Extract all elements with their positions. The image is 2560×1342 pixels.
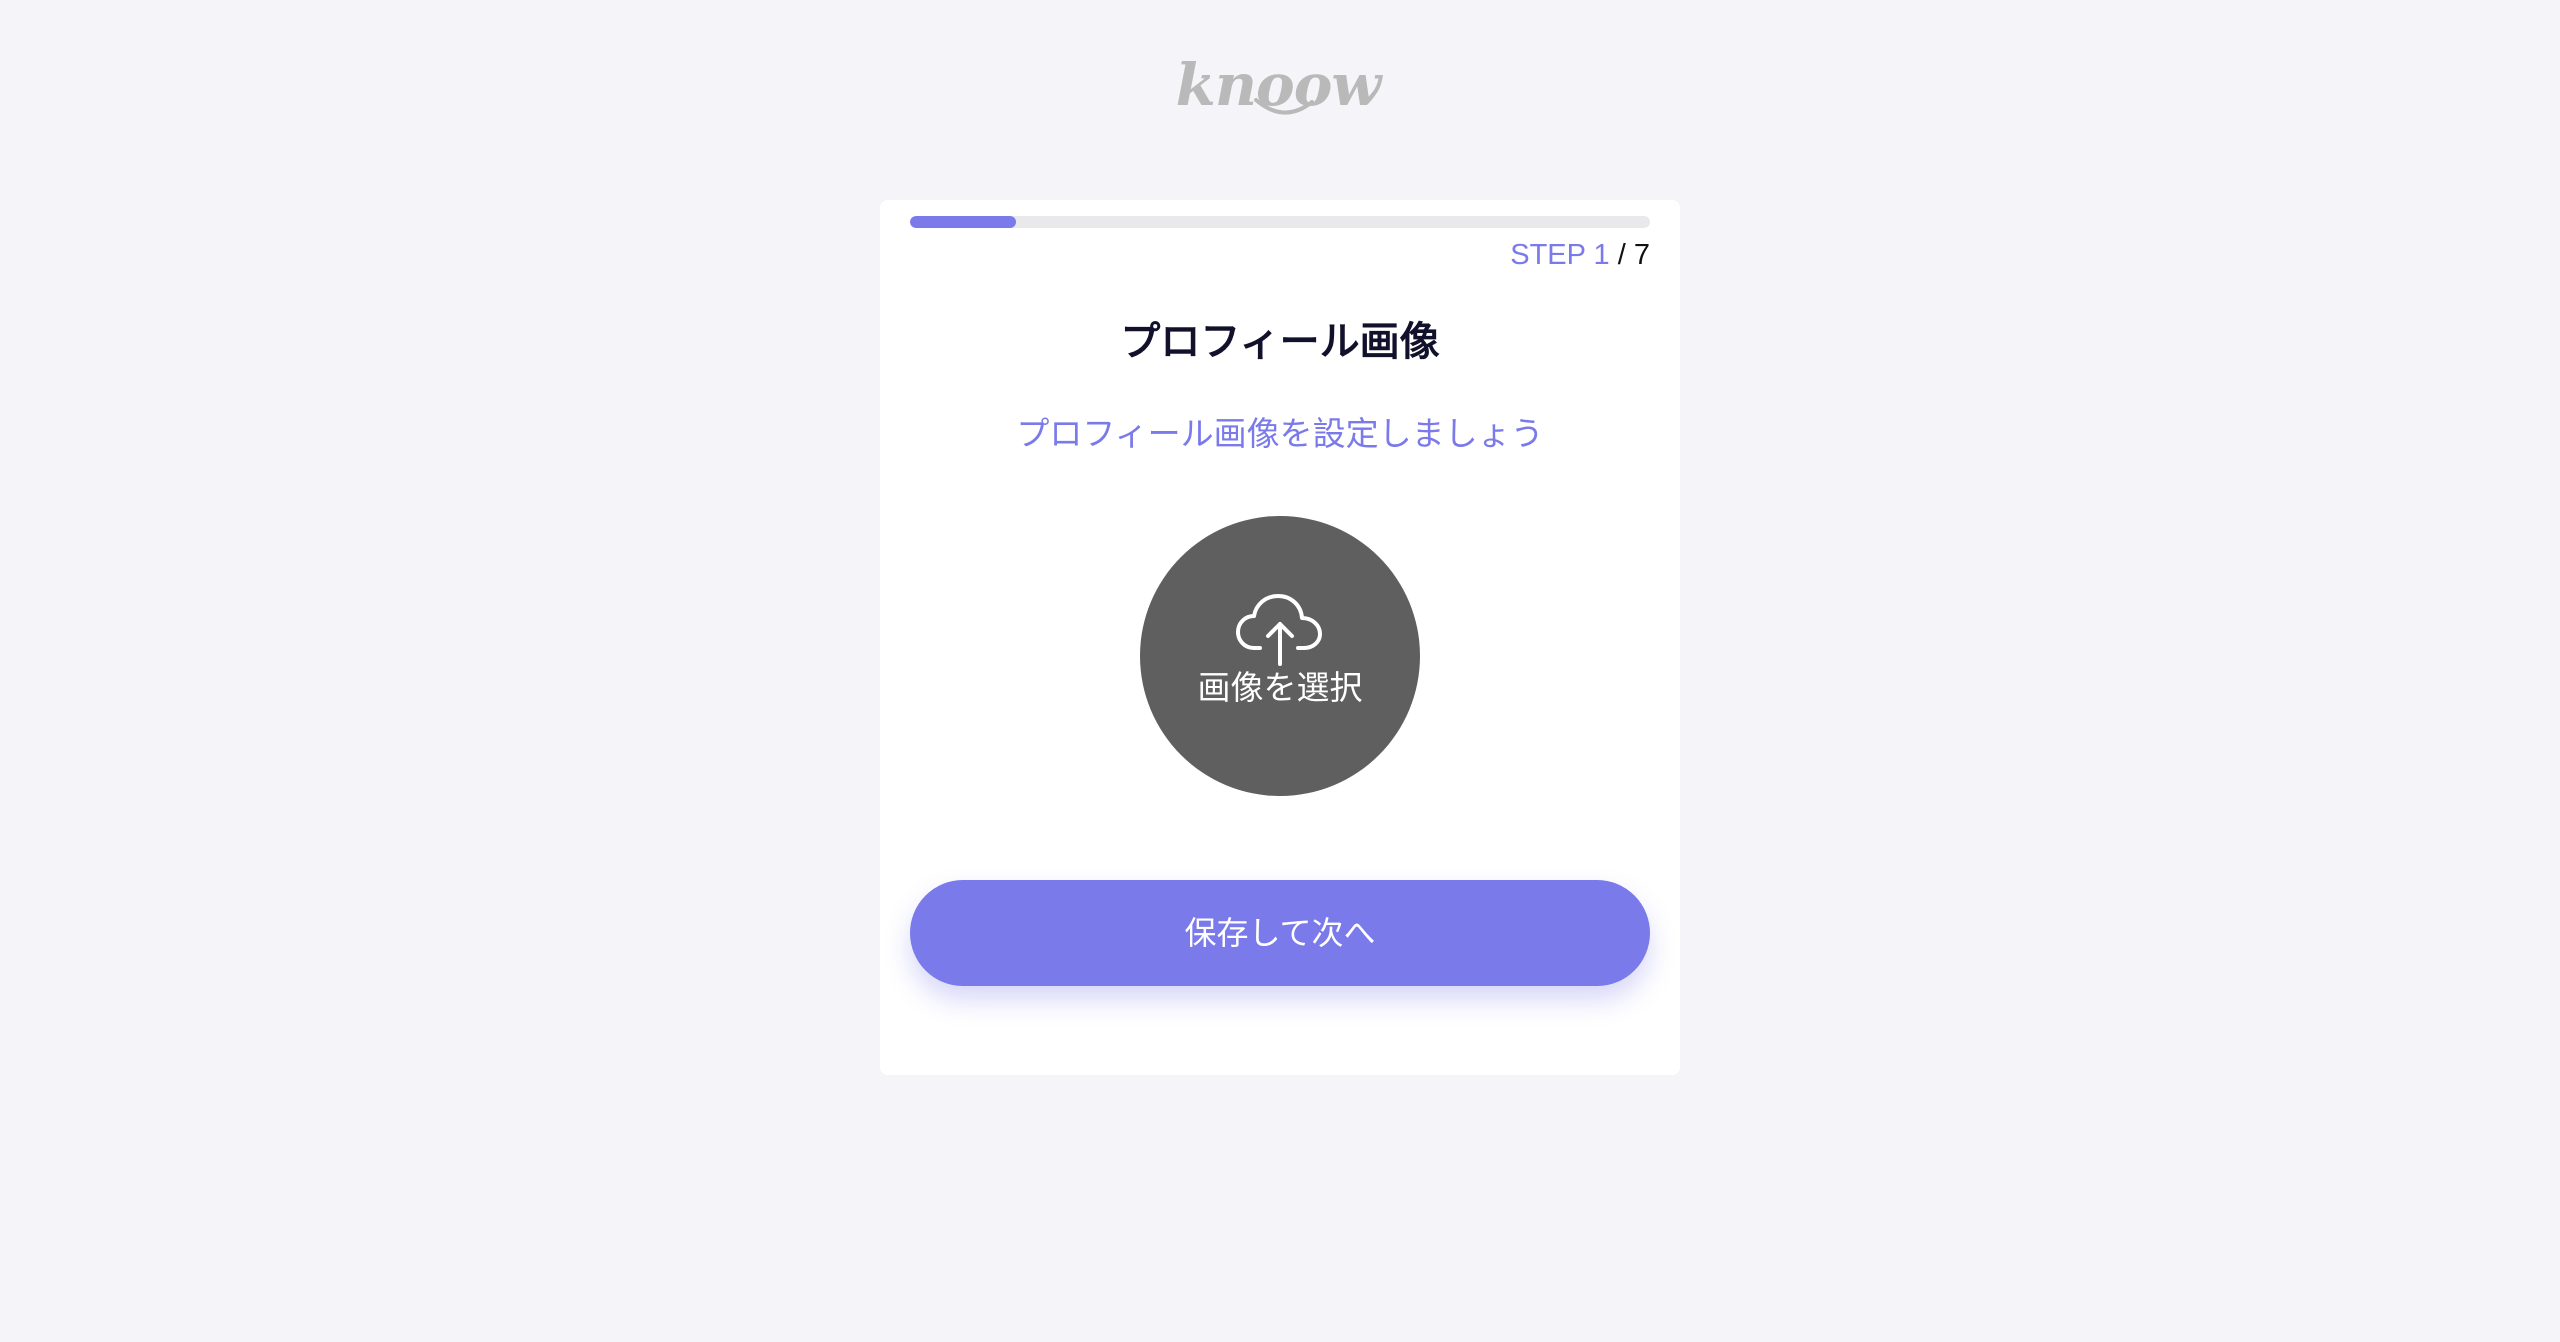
page-title: プロフィール画像 xyxy=(1120,319,1440,365)
step-indicator: STEP 1 / 7 xyxy=(1510,238,1650,272)
cloud-upload-icon xyxy=(1236,594,1322,666)
logo-smile-icon xyxy=(1254,98,1314,115)
choose-image-label: 画像を選択 xyxy=(1197,668,1363,707)
step-current: 1 xyxy=(1593,239,1610,271)
progress-fill xyxy=(910,216,1016,228)
profile-image-card: STEP 1 / 7 プロフィール画像 プロフィール画像を設定しましょう 画像を… xyxy=(880,200,1680,1075)
step-prefix: STEP xyxy=(1510,239,1586,271)
knoow-logo: knoow xyxy=(1176,56,1381,126)
step-separator: / xyxy=(1617,239,1626,271)
save-and-next-button[interactable]: 保存して次へ xyxy=(910,880,1650,986)
step-total: 7 xyxy=(1633,239,1650,271)
onboarding-page: knoow STEP 1 / 7 プロフィール画像 プロフィール画像を設定しまし… xyxy=(0,0,2560,1342)
page-subtitle: プロフィール画像を設定しましょう xyxy=(1016,414,1544,453)
progress-bar xyxy=(910,216,1650,228)
avatar-upload-button[interactable]: 画像を選択 xyxy=(1140,516,1420,796)
